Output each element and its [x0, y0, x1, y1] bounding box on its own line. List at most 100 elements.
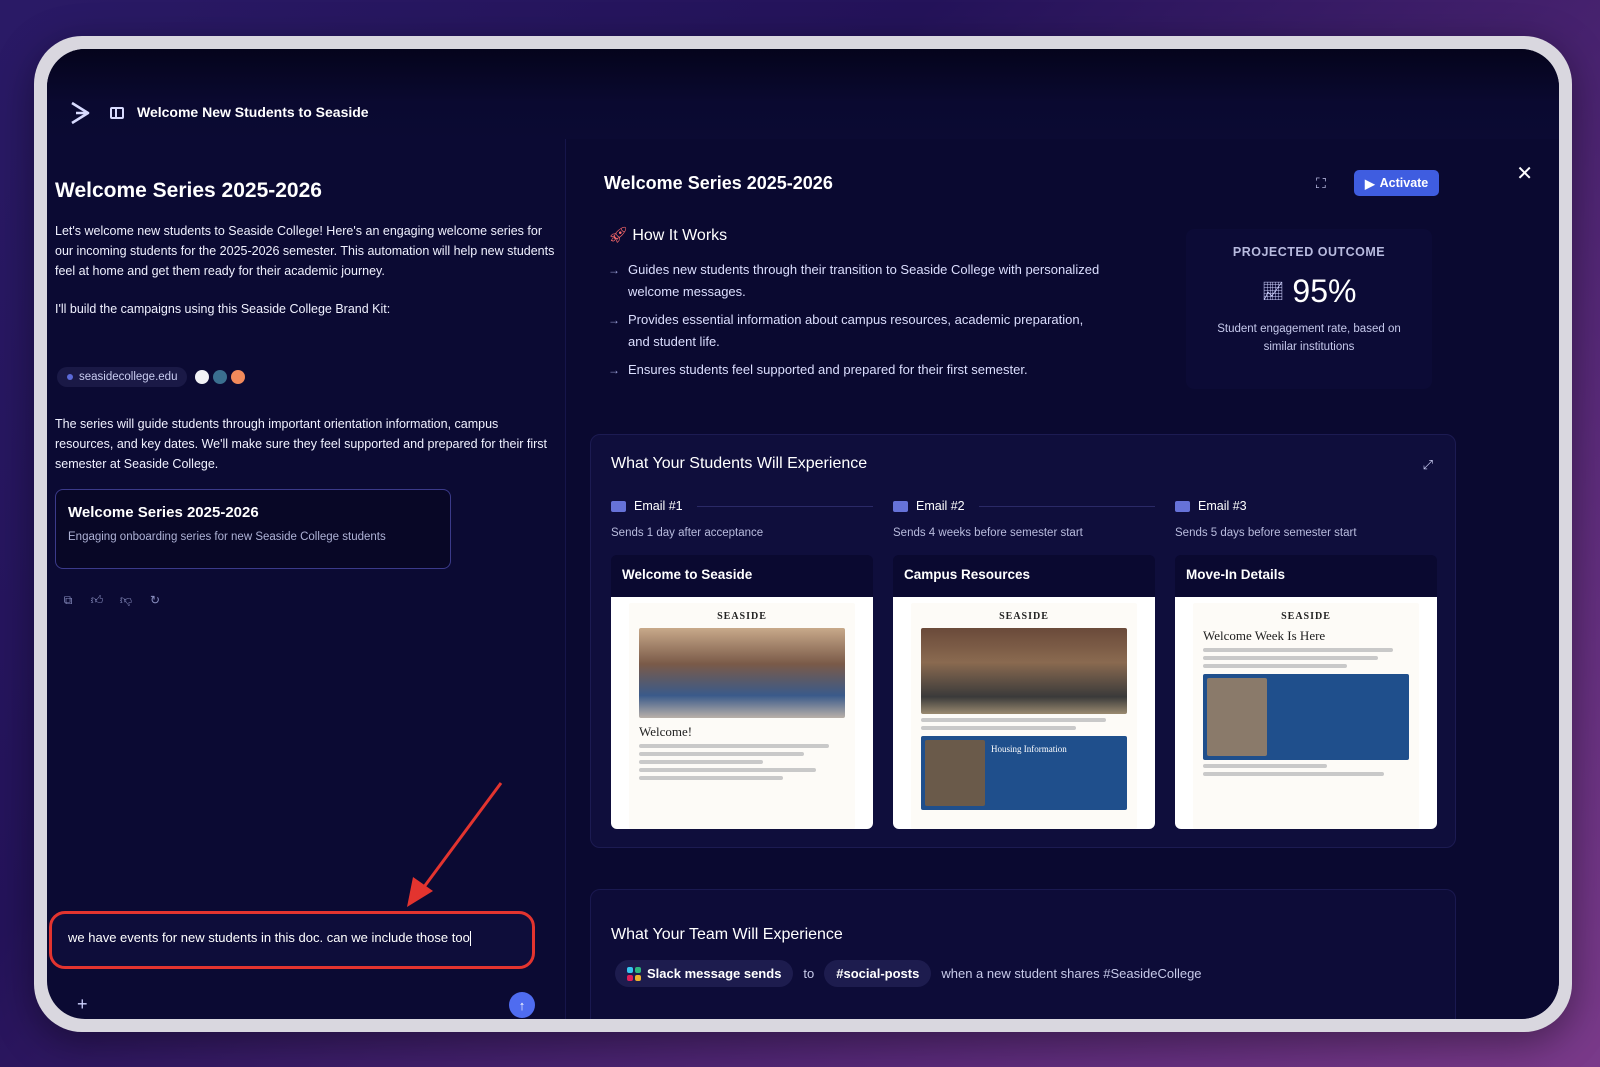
envelope-icon: [611, 500, 626, 512]
how-it-works-heading: 🚀︎ How It Works: [608, 225, 727, 245]
rocket-icon: 🚀︎: [608, 227, 629, 244]
list-item: Provides essential information about cam…: [608, 309, 1108, 353]
brand-kit-text: I'll build the campaigns using this Seas…: [55, 302, 391, 316]
email-step[interactable]: Email #1 Sends 1 day after acceptance We…: [611, 499, 873, 829]
divider: [696, 505, 873, 507]
outcome-label: PROJECTED OUTCOME: [1232, 245, 1386, 259]
envelope-icon: [893, 500, 908, 512]
email-mockup: SEASIDE Housing Information: [911, 603, 1137, 829]
how-it-works-title: How It Works: [632, 227, 728, 244]
workflow-icon[interactable]: ⛶: [1316, 175, 1332, 193]
sidebar-toggle-icon[interactable]: [110, 107, 124, 119]
brand-color-swatch: [231, 370, 246, 384]
campaign-card[interactable]: Welcome Series 2025-2026 Engaging onboar…: [55, 489, 451, 569]
panel-title: Welcome Series 2025-2026: [604, 173, 833, 193]
chat-summary: The series will guide students through i…: [55, 417, 547, 471]
trend-chart-icon: 📈︎: [1261, 281, 1285, 301]
email-step[interactable]: Email #3 Sends 5 days before semester st…: [1175, 499, 1437, 829]
student-experience-section: What Your Students Will Experience ⤢ Ema…: [590, 434, 1456, 848]
mock-text-line: [639, 760, 763, 764]
slack-icon: [627, 966, 641, 981]
email-step[interactable]: Email #2 Sends 4 weeks before semester s…: [893, 499, 1155, 829]
divider: [978, 505, 1155, 507]
mock-brand: SEASIDE: [717, 611, 767, 622]
team-action-row: Slack message sends to #social-posts whe…: [615, 960, 1202, 987]
brand-domain-chip[interactable]: seasidecollege.edu: [57, 367, 188, 387]
email-preview[interactable]: Welcome to Seaside SEASIDE Welcome!: [611, 555, 873, 829]
add-attachment-icon[interactable]: +: [77, 994, 88, 1015]
email-mockup: SEASIDE Welcome!: [629, 603, 855, 829]
to-label: to: [803, 966, 815, 981]
mock-text-line: [921, 726, 1076, 730]
app-logo-icon[interactable]: [70, 101, 92, 125]
email-preview[interactable]: Move-In Details SEASIDE Welcome Week Is …: [1175, 555, 1437, 829]
mock-heading: Welcome!: [639, 724, 693, 739]
copy-icon[interactable]: ⧉: [61, 593, 75, 607]
mock-heading: Welcome Week Is Here: [1203, 628, 1326, 643]
mock-heading: Housing Information: [991, 744, 1067, 754]
conversation-title: Welcome New Students to Seaside: [137, 104, 369, 120]
email-mockup: SEASIDE Welcome Week Is Here: [1193, 603, 1419, 829]
top-bar: Welcome New Students to Seaside: [47, 49, 1559, 139]
projected-outcome-card: PROJECTED OUTCOME 📈︎ 95% Student engagem…: [1186, 229, 1432, 389]
email-preview-title: Campus Resources: [893, 555, 1155, 597]
student-experience-title: What Your Students Will Experience: [611, 455, 868, 472]
message-input[interactable]: we have events for new students in this …: [49, 911, 535, 969]
envelope-icon: [1175, 500, 1190, 512]
send-button[interactable]: ↑: [509, 992, 535, 1018]
email-label: Email #3: [1198, 499, 1247, 513]
thumbs-up-icon[interactable]: 👍︎: [90, 593, 104, 607]
mock-text-line: [1203, 656, 1379, 660]
email-preview-title: Move-In Details: [1175, 555, 1437, 597]
play-icon: ▶: [1365, 176, 1375, 191]
chat-panel: Welcome Series 2025-2026 Let's welcome n…: [47, 139, 564, 1019]
mock-text-line: [1203, 664, 1348, 668]
building-photo: [925, 740, 985, 806]
team-experience-section: What Your Team Will Experience Slack mes…: [590, 889, 1456, 1019]
mock-brand: SEASIDE: [999, 611, 1049, 622]
campaign-card-subtitle: Engaging onboarding series for new Seasi…: [68, 531, 386, 543]
mock-text-line: [1203, 764, 1327, 768]
mock-band-text: [1273, 678, 1405, 756]
chat-intro: Let's welcome new students to Seaside Co…: [55, 224, 555, 278]
refresh-icon[interactable]: ↻: [148, 593, 162, 607]
device-frame: Welcome New Students to Seaside Welcome …: [34, 36, 1572, 1032]
building-photo: [1207, 678, 1267, 756]
mock-text-line: [1203, 772, 1385, 776]
channel-label: #social-posts: [836, 966, 920, 981]
activate-button[interactable]: ▶ Activate: [1354, 170, 1440, 196]
campaign-detail-panel: ✕ Welcome Series 2025-2026 ⛶ ▶ Activate …: [565, 139, 1559, 1019]
how-it-works-list: Guides new students through their transi…: [608, 259, 1108, 387]
message-input-text: we have events for new students in this …: [68, 930, 470, 945]
expand-icon[interactable]: ⤢: [1423, 457, 1433, 473]
chat-heading: Welcome Series 2025-2026: [55, 179, 322, 202]
email-label: Email #2: [916, 499, 965, 513]
team-experience-title: What Your Team Will Experience: [611, 926, 843, 943]
email-schedule: Sends 5 days before semester start: [1175, 527, 1357, 539]
slack-action-pill[interactable]: Slack message sends: [615, 960, 794, 987]
campaign-card-title: Welcome Series 2025-2026: [68, 504, 259, 521]
email-preview[interactable]: Campus Resources SEASIDE Housing Informa…: [893, 555, 1155, 829]
brand-kit-row: seasidecollege.edu: [57, 367, 246, 387]
message-actions: ⧉ 👍︎ 👎︎ ↻: [61, 593, 162, 608]
outcome-description: Student engagement rate, based on simila…: [1217, 323, 1401, 353]
mock-text-line: [639, 752, 804, 756]
mock-text-line: [639, 776, 784, 780]
students-photo: [639, 628, 845, 718]
brand-color-swatch: [213, 370, 228, 384]
mock-brand: SEASIDE: [1281, 611, 1331, 622]
mock-text-line: [921, 718, 1107, 722]
outcome-value-row: 📈︎ 95%: [1186, 273, 1432, 310]
text-caret: [469, 931, 472, 947]
thumbs-down-icon[interactable]: 👎︎: [119, 593, 133, 607]
close-icon[interactable]: ✕: [1516, 161, 1533, 186]
email-preview-title: Welcome to Seaside: [611, 555, 873, 597]
globe-icon: [67, 374, 73, 380]
trigger-condition: when a new student shares #SeasideColleg…: [941, 966, 1202, 981]
annotation-arrow: [407, 782, 503, 907]
email-schedule: Sends 1 day after acceptance: [611, 527, 764, 539]
channel-pill[interactable]: #social-posts: [824, 960, 932, 987]
list-item: Guides new students through their transi…: [608, 259, 1108, 303]
brand-color-swatch: [195, 370, 210, 384]
mock-info-band: [1203, 674, 1409, 760]
